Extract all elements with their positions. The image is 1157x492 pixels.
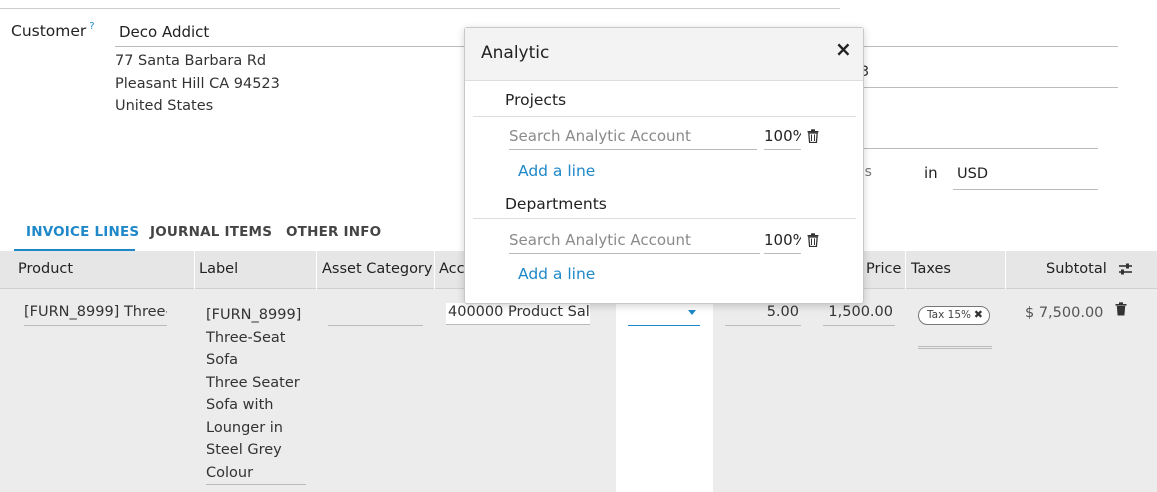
label-line: Three Seater: [206, 374, 300, 391]
price-field[interactable]: 1,500.00: [823, 304, 895, 326]
taxes-input[interactable]: [918, 346, 992, 349]
chevron-down-icon[interactable]: [688, 310, 696, 315]
header-subtotal[interactable]: Subtotal: [1046, 261, 1107, 277]
trash-icon[interactable]: [807, 233, 819, 251]
header-account[interactable]: Acc: [439, 261, 465, 277]
subtotal-value: $ 7,500.00: [1025, 305, 1104, 321]
add-line-link-departments[interactable]: Add a line: [518, 265, 595, 283]
currency-in-label: in: [924, 164, 938, 182]
input-placeholder: Search Analytic Account: [509, 231, 691, 249]
column-separator: [1005, 251, 1006, 289]
account-field[interactable]: 400000 Product Sal: [446, 303, 590, 325]
tab-invoice-lines[interactable]: INVOICE LINES: [26, 224, 139, 240]
address-line: 77 Santa Barbara Rd: [115, 53, 267, 69]
currency-select[interactable]: USD: [953, 162, 1098, 190]
customer-field[interactable]: Deco Addict: [115, 20, 465, 47]
label-line: Sofa with: [206, 397, 274, 413]
label-line: Sofa: [206, 352, 239, 368]
label-line: Lounger in: [206, 419, 283, 436]
percentage-input[interactable]: 100%: [764, 229, 801, 254]
tab-journal-items[interactable]: JOURNAL ITEMS: [150, 224, 272, 240]
percentage-value: 100%: [764, 127, 801, 145]
add-line-link-projects[interactable]: Add a line: [518, 162, 595, 180]
column-separator: [194, 251, 195, 289]
column-separator: [316, 251, 317, 289]
customer-name: Deco Addict: [119, 23, 210, 41]
search-analytic-account-input[interactable]: Search Analytic Account: [509, 229, 760, 254]
percentage-value: 100%: [764, 231, 801, 249]
column-separator: [434, 251, 435, 289]
invoice-date-field[interactable]: [864, 20, 1118, 47]
delete-row-icon[interactable]: [1115, 302, 1127, 320]
customer-label-text: Customer: [11, 22, 87, 40]
analytic-distribution-field[interactable]: [628, 306, 700, 326]
journal-field[interactable]: [864, 124, 1098, 149]
product-value: [FURN_8999] Three-: [24, 304, 167, 320]
label-line: Colour: [206, 464, 254, 481]
section-divider: [473, 218, 856, 219]
search-analytic-account-input[interactable]: Search Analytic Account: [509, 125, 757, 150]
quantity-value: 5.00: [766, 304, 799, 320]
header-taxes[interactable]: Taxes: [911, 261, 951, 277]
tax-badge: Tax 15% ✖: [918, 306, 990, 325]
close-icon[interactable]: ×: [835, 37, 852, 61]
label-line: Steel Grey: [206, 442, 282, 458]
popup-title: Analytic: [481, 43, 550, 63]
optional-columns-icon[interactable]: [1118, 262, 1133, 280]
trash-icon[interactable]: [807, 129, 819, 147]
customer-address: 77 Santa Barbara Rd Pleasant Hill CA 945…: [115, 50, 280, 118]
column-separator: [905, 251, 906, 289]
customer-help-icon[interactable]: ?: [89, 21, 94, 32]
header-label[interactable]: Label: [199, 261, 238, 277]
analytic-popup: Analytic × Projects Search Analytic Acco…: [464, 27, 864, 304]
remove-tax-icon[interactable]: ✖: [974, 308, 983, 321]
header-price[interactable]: Price: [866, 261, 901, 277]
header-divider: [0, 8, 840, 9]
asset-category-field[interactable]: [328, 304, 423, 326]
price-value: 1,500.00: [828, 304, 893, 320]
header-product[interactable]: Product: [18, 261, 73, 277]
tax-badge-label: Tax 15%: [927, 309, 971, 321]
label-line: [FURN_8999]: [206, 307, 302, 323]
section-divider: [473, 116, 856, 117]
address-line: United States: [115, 98, 214, 114]
customer-label: Customer?: [11, 21, 95, 40]
address-line: Pleasant Hill CA 94523: [115, 75, 280, 92]
currency-value: USD: [957, 166, 988, 182]
section-departments-title: Departments: [505, 195, 607, 213]
section-projects-title: Projects: [505, 91, 567, 109]
product-field[interactable]: [FURN_8999] Three-: [24, 304, 167, 326]
payment-reference-field[interactable]: 3: [860, 60, 1118, 88]
percentage-input[interactable]: 100%: [764, 125, 801, 150]
label-line: Three-Seat: [206, 329, 286, 346]
quantity-field[interactable]: 5.00: [725, 304, 801, 326]
label-field[interactable]: [FURN_8999] Three-Seat Sofa Three Seater…: [206, 304, 306, 485]
tab-other-info[interactable]: OTHER INFO: [286, 224, 381, 240]
input-placeholder: Search Analytic Account: [509, 127, 691, 145]
header-asset-category[interactable]: Asset Category: [322, 261, 432, 277]
account-value: 400000 Product Sal: [448, 304, 590, 320]
